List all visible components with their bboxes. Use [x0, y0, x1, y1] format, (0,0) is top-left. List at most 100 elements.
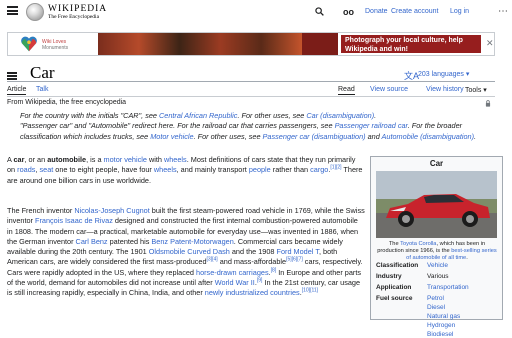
inline-link[interactable]: newly industrialized countries	[205, 288, 300, 297]
text-run: For the country with the initials "CAR",…	[20, 111, 160, 120]
banner-brand-line2: Monuments	[42, 45, 69, 51]
wikipedia-wordmark[interactable]: WIKIPEDIA	[48, 4, 107, 14]
infobox: Car The Toyota Corolla, which has been i…	[370, 156, 503, 338]
wikipedia-tagline: The Free Encyclopedia	[48, 14, 100, 20]
tab-article[interactable]: Article	[7, 86, 27, 95]
protected-lock-icon[interactable]	[485, 100, 491, 107]
infobox-caption: The Toyota Corolla, which has been in pr…	[375, 241, 499, 262]
appearance-glasses-icon[interactable]: oo	[343, 7, 354, 17]
text-run: .	[466, 255, 468, 261]
create-account-link[interactable]: Create account	[391, 8, 438, 15]
donate-link[interactable]: Donate	[365, 8, 388, 15]
inline-link[interactable]: François Isaac de Rivaz	[35, 216, 113, 225]
tabs-divider	[7, 96, 495, 97]
campaign-banner[interactable]: Wiki Loves Monuments Photograph your loc…	[7, 32, 495, 56]
text-run: The French inventor	[7, 206, 75, 215]
text-run: .	[474, 131, 477, 141]
text-run: with	[146, 155, 164, 164]
infobox-car-image[interactable]	[376, 171, 497, 238]
inline-link[interactable]: horse-drawn carriages	[196, 268, 269, 277]
text-run: , is a	[86, 155, 104, 164]
tab-view-history[interactable]: View history	[426, 86, 464, 93]
tab-read[interactable]: Read	[338, 86, 355, 95]
site-header: WIKIPEDIA The Free Encyclopedia oo Donat…	[0, 0, 512, 26]
table-of-contents-icon[interactable]	[7, 72, 17, 80]
inline-link[interactable]: people	[249, 165, 271, 174]
text-run: , or an	[24, 155, 48, 164]
inline-link[interactable]: cargo	[310, 165, 328, 174]
log-in-link[interactable]: Log in	[450, 8, 469, 15]
inline-link[interactable]: Passenger car (disambiguation)	[263, 132, 366, 141]
infobox-value-application[interactable]: Transportation	[427, 284, 469, 291]
inline-link[interactable]: Central African Republic	[159, 111, 237, 120]
search-icon[interactable]	[315, 7, 324, 16]
hatnote: For the country with the initials "CAR",…	[20, 111, 500, 142]
inline-link[interactable]: World War II	[215, 278, 255, 287]
infobox-label-classification: Classification	[376, 262, 419, 269]
inline-link[interactable]: Passenger railroad car	[335, 121, 408, 130]
tab-talk[interactable]: Talk	[36, 86, 48, 93]
banner-photo-edge	[302, 33, 338, 55]
infobox-title: Car	[429, 159, 444, 168]
languages-button[interactable]: 203 languages ▾	[418, 70, 469, 78]
tab-view-source[interactable]: View source	[370, 86, 408, 93]
infobox-value-fuel-biodiesel[interactable]: Biodiesel	[427, 331, 453, 338]
text-run: rather than	[270, 165, 311, 175]
page-title: Car	[30, 63, 55, 82]
banner-call-to-action[interactable]: Photograph your local culture, help Wiki…	[341, 35, 481, 53]
infobox-value-fuel-natural-gas[interactable]: Natural gas	[427, 313, 460, 320]
citation-ref[interactable]: [3][4]	[207, 257, 218, 263]
text-run: The	[388, 241, 401, 247]
text-run: one to eight people, have four	[53, 165, 154, 175]
inline-link[interactable]: Nicolas-Joseph Cugnot	[74, 206, 149, 215]
lead-paragraph: A car, or an automobile, is a motor vehi…	[7, 155, 365, 186]
inline-link[interactable]: Benz Patent-Motorwagen	[151, 237, 233, 246]
inline-link[interactable]: wheels	[154, 165, 177, 174]
citation-ref[interactable]: [10][11]	[302, 288, 318, 294]
inline-link[interactable]: roads	[17, 165, 35, 174]
inline-link[interactable]: Motor vehicle	[150, 132, 193, 141]
text-run: . For other uses, see	[237, 111, 307, 120]
banner-brand-text: Wiki Loves Monuments	[42, 39, 68, 51]
bold-term: automobile	[47, 155, 87, 164]
history-paragraph: The French inventor Nicolas-Joseph Cugno…	[7, 206, 365, 299]
inline-link[interactable]: Toyota Corolla	[400, 241, 436, 247]
wiki-loves-monuments-heart-icon	[21, 36, 37, 52]
citation-ref[interactable]: [5][6][7]	[286, 257, 303, 263]
infobox-value-industry: Various	[427, 273, 449, 280]
languages-count: 203 languages	[418, 71, 464, 78]
text-run: and mass-affordable	[217, 257, 287, 267]
tools-menu-button[interactable]: Tools ▾	[465, 86, 487, 94]
banner-close-icon[interactable]: ✕	[486, 38, 494, 49]
inline-link[interactable]: Ford Model T	[277, 247, 319, 256]
citation-ref[interactable]: [1][2]	[330, 165, 341, 171]
infobox-label-fuel-source: Fuel source	[376, 295, 413, 302]
inline-link[interactable]: seat	[39, 165, 53, 174]
wikipedia-globe-logo[interactable]	[26, 3, 44, 21]
title-divider	[7, 81, 495, 82]
text-run: and the 1908	[229, 247, 277, 257]
infobox-value-fuel-hydrogen[interactable]: Hydrogen	[427, 322, 455, 329]
banner-photo	[98, 33, 302, 55]
bold-term: car	[13, 155, 25, 164]
infobox-label-application: Application	[376, 284, 412, 291]
text-run: and	[365, 131, 382, 141]
main-menu-icon[interactable]	[7, 6, 18, 15]
infobox-value-fuel-diesel[interactable]: Diesel	[427, 304, 445, 311]
inline-link[interactable]: Automobile (disambiguation)	[382, 132, 474, 141]
text-run: . For other uses, see	[193, 131, 263, 141]
tools-label: Tools	[465, 87, 482, 94]
inline-link[interactable]: Oldsmobile Curved Dash	[149, 247, 230, 256]
inline-link[interactable]: motor vehicle	[104, 155, 147, 164]
text-run: , and mainly transport	[176, 165, 249, 175]
text-run: "Passenger car" and "Automobile" redirec…	[20, 121, 335, 131]
infobox-value-fuel-petrol[interactable]: Petrol	[427, 295, 444, 302]
inline-link[interactable]: Car (disambiguation)	[306, 111, 374, 120]
inline-link[interactable]: wheels	[164, 155, 187, 164]
more-options-icon[interactable]: ⋯	[498, 6, 508, 17]
red-car-illustration	[376, 171, 497, 238]
from-wikipedia-tagline: From Wikipedia, the free encyclopedia	[7, 99, 127, 106]
inline-link[interactable]: Carl Benz	[76, 237, 108, 246]
infobox-label-industry: Industry	[376, 273, 402, 280]
infobox-value-classification[interactable]: Vehicle	[427, 262, 448, 269]
